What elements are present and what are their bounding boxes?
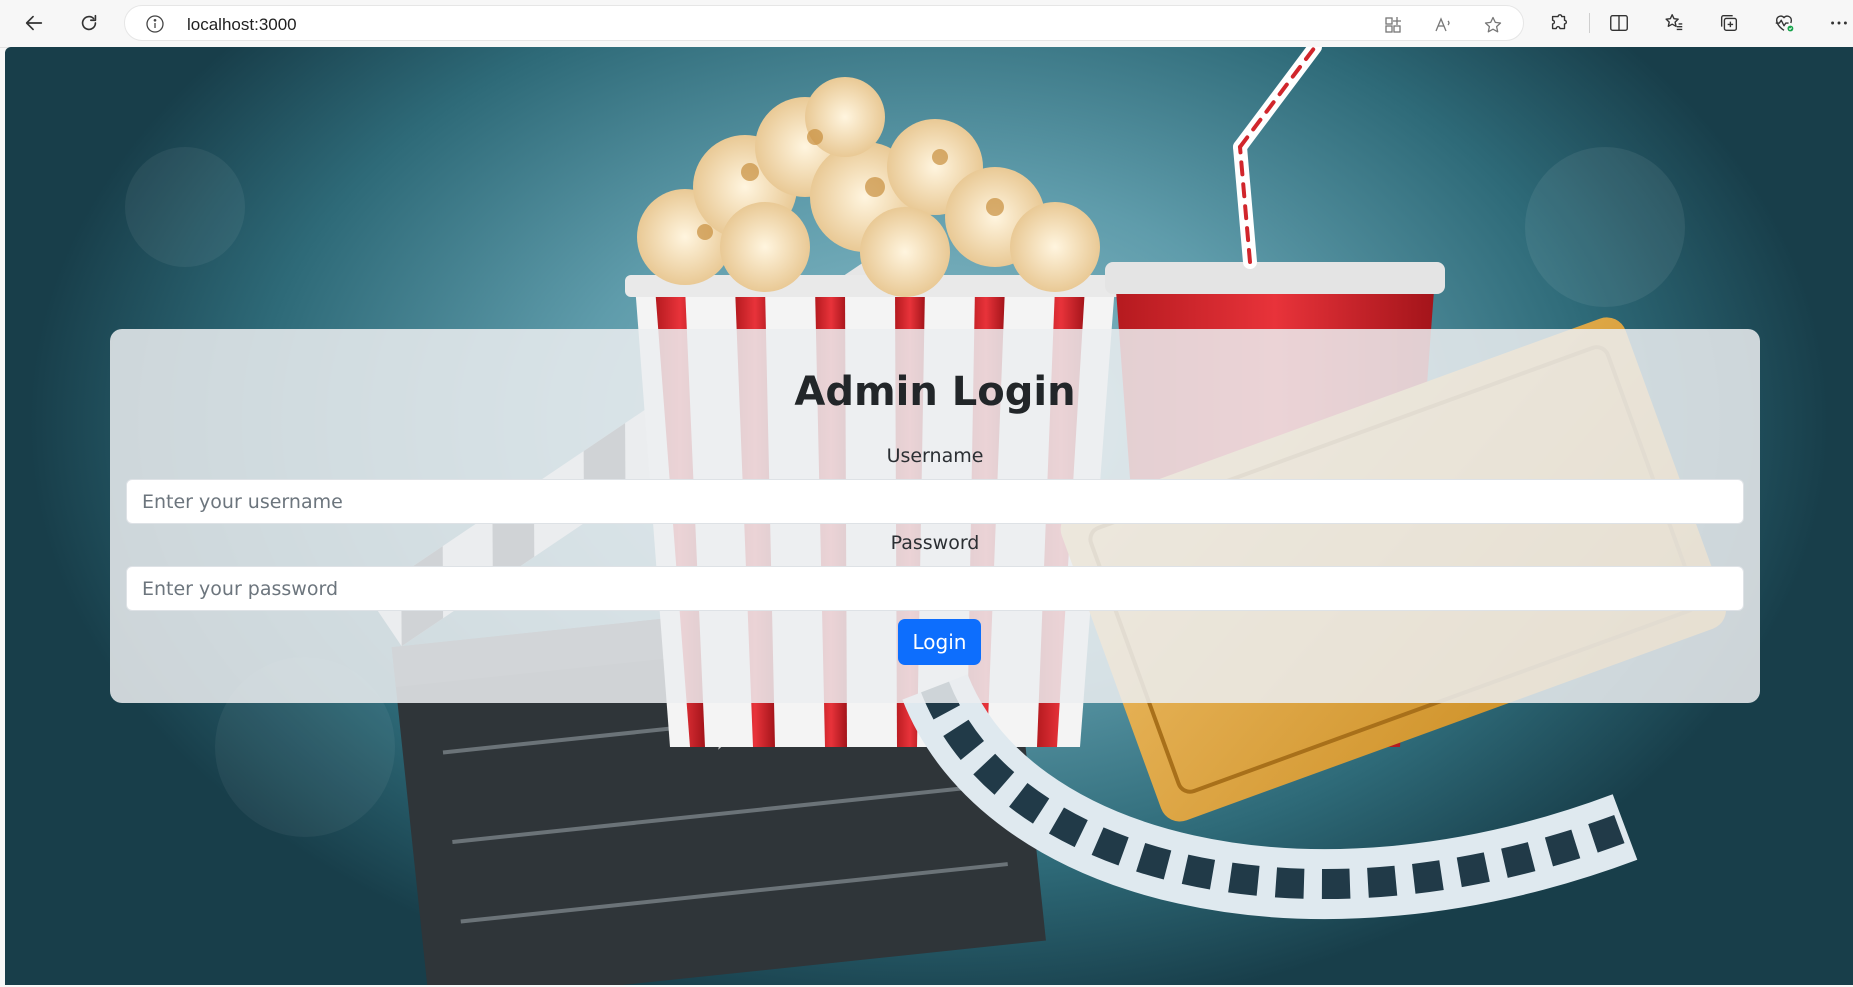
login-card: Admin Login Username Password Login [110, 329, 1760, 703]
read-aloud-icon[interactable] [1432, 14, 1454, 36]
more-dots-icon[interactable] [1823, 7, 1853, 39]
arrow-left-icon [25, 15, 43, 31]
back-button[interactable] [17, 6, 51, 40]
username-label: Username [886, 445, 984, 467]
collections-icon[interactable] [1713, 7, 1745, 39]
password-label: Password [890, 532, 980, 554]
puzzle-icon[interactable] [1543, 7, 1575, 39]
star-icon[interactable] [1482, 14, 1504, 36]
toolbar-divider [1589, 13, 1590, 33]
heart-pulse-icon[interactable] [1768, 7, 1800, 39]
page-viewport: Admin Login Username Password Login [5, 47, 1853, 985]
info-icon[interactable] [145, 14, 165, 34]
password-input[interactable] [126, 566, 1744, 611]
page-title: Admin Login [794, 369, 1076, 415]
refresh-button[interactable] [72, 6, 106, 40]
url-text[interactable]: localhost:3000 [187, 15, 297, 35]
refresh-icon [81, 14, 97, 31]
app-grid-icon[interactable] [1382, 14, 1404, 36]
address-bar[interactable]: localhost:3000 [124, 5, 1524, 41]
split-screen-icon[interactable] [1603, 7, 1635, 39]
browser-toolbar: localhost:3000 [0, 0, 1853, 48]
username-input[interactable] [126, 479, 1744, 524]
favorites-list-icon[interactable] [1658, 7, 1690, 39]
login-button[interactable]: Login [898, 619, 981, 665]
